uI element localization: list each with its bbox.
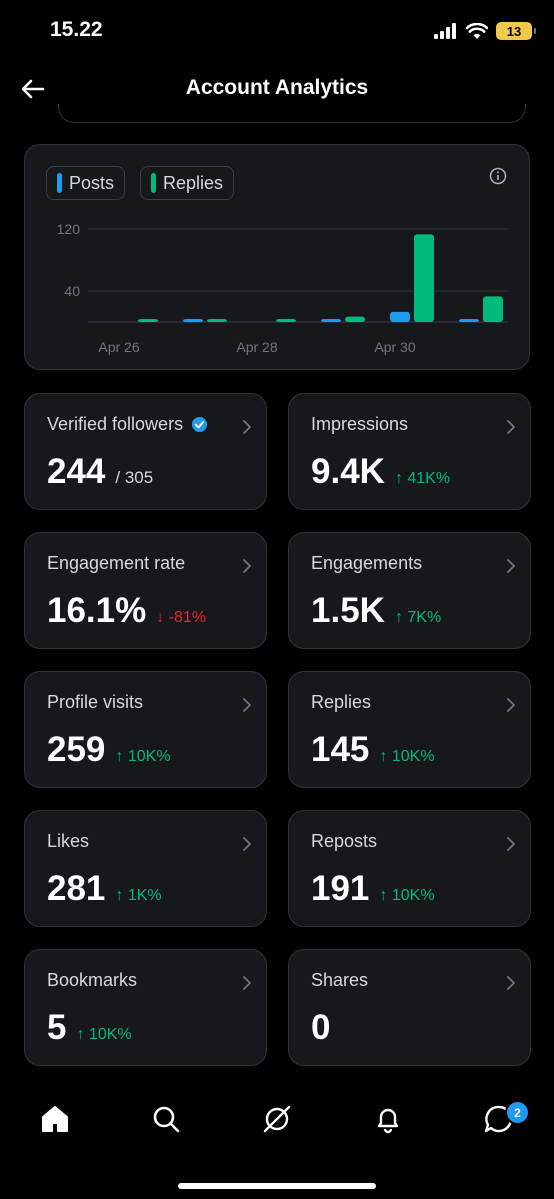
replies-bar[interactable] xyxy=(138,319,158,322)
metric-value: 16.1% xyxy=(47,591,147,630)
metric-value-row: 191 ↑ 10K% xyxy=(311,869,435,909)
metric-label: Shares xyxy=(311,970,368,991)
cellular-signal-icon xyxy=(434,23,456,39)
metric-value: 9.4K xyxy=(311,452,385,491)
collapsed-card-edge xyxy=(58,104,526,123)
grok-icon[interactable] xyxy=(261,1103,293,1135)
posts-bar[interactable] xyxy=(321,319,341,322)
chevron-right-icon xyxy=(507,559,515,573)
bar-chart: 40 120 Apr 26 Apr 28 Apr 30 xyxy=(57,221,508,355)
metric-value-row: 259 ↑ 10K% xyxy=(47,730,171,770)
metric-label-text: Impressions xyxy=(311,414,409,434)
replies-bar[interactable] xyxy=(345,316,365,322)
metric-label-text: Likes xyxy=(47,831,90,851)
metric-value-row: 145 ↑ 10K% xyxy=(311,730,435,770)
metric-change: ↑ 7K% xyxy=(394,609,442,626)
home-indicator xyxy=(178,1183,376,1189)
metric-change: ↓ -81% xyxy=(156,609,207,626)
bell-icon[interactable] xyxy=(372,1103,404,1135)
metric-value: 0 xyxy=(311,1008,331,1047)
status-time: 15.22 xyxy=(50,18,103,41)
metric-total: / 305 xyxy=(115,468,154,487)
metric-label: Profile visits xyxy=(47,692,143,713)
status-icons: 13 xyxy=(434,20,536,42)
metric-value: 281 xyxy=(47,869,106,908)
posts-bar[interactable] xyxy=(390,311,410,322)
posts-bar[interactable] xyxy=(459,319,479,322)
metric-value: 145 xyxy=(311,730,370,769)
metric-card[interactable]: Likes 281 ↑ 1K% xyxy=(24,810,267,927)
metric-value: 5 xyxy=(47,1008,67,1047)
wifi-icon xyxy=(466,22,488,39)
metric-card[interactable]: Replies 145 ↑ 10K% xyxy=(288,671,531,788)
chevron-right-icon xyxy=(507,837,515,851)
metric-label: Replies xyxy=(311,692,371,713)
metric-value-row: 16.1% ↓ -81% xyxy=(47,591,206,631)
chevron-right-icon xyxy=(243,420,251,434)
chevron-right-icon xyxy=(243,559,251,573)
chevron-right-icon xyxy=(507,698,515,712)
metric-label-text: Bookmarks xyxy=(47,970,138,990)
metric-change: ↑ 10K% xyxy=(379,748,435,765)
metric-value-row: 9.4K ↑ 41K% xyxy=(311,452,450,492)
metric-change: ↑ 10K% xyxy=(76,1026,132,1043)
verified-badge-icon xyxy=(192,416,208,433)
chevron-right-icon xyxy=(243,698,251,712)
metric-value-row: 1.5K ↑ 7K% xyxy=(311,591,441,631)
metric-change: ↑ 1K% xyxy=(115,887,162,904)
metric-label: Bookmarks xyxy=(47,970,137,991)
replies-bar[interactable] xyxy=(207,319,227,322)
metric-card[interactable]: Engagements 1.5K ↑ 7K% xyxy=(288,532,531,649)
messages-badge: 2 xyxy=(505,1100,530,1125)
metric-value: 191 xyxy=(311,869,370,908)
metric-label: Reposts xyxy=(311,831,377,852)
metric-label: Engagement rate xyxy=(47,553,185,574)
metric-value: 259 xyxy=(47,730,106,769)
metric-value-row: 244 / 305 xyxy=(47,452,153,492)
metric-card[interactable]: Reposts 191 ↑ 10K% xyxy=(288,810,531,927)
y-tick-label: 120 xyxy=(57,221,81,237)
metric-label-text: Reposts xyxy=(311,831,378,851)
metric-value: 1.5K xyxy=(311,591,385,630)
metric-change: ↑ 10K% xyxy=(115,748,171,765)
metric-card[interactable]: Verified followers 244 / 305 xyxy=(24,393,267,510)
metric-label-text: Engagement rate xyxy=(47,553,186,573)
metric-card[interactable]: Shares 0 xyxy=(288,949,531,1066)
x-tick-label: Apr 26 xyxy=(98,339,139,355)
metric-card[interactable]: Bookmarks 5 ↑ 10K% xyxy=(24,949,267,1066)
metric-label: Verified followers xyxy=(47,414,208,435)
metric-value-row: 281 ↑ 1K% xyxy=(47,869,162,909)
search-icon[interactable] xyxy=(150,1103,182,1135)
x-tick-label: Apr 30 xyxy=(374,339,415,355)
chevron-right-icon xyxy=(243,837,251,851)
metric-label: Impressions xyxy=(311,414,408,435)
metric-label: Engagements xyxy=(311,553,422,574)
page-title: Account Analytics xyxy=(185,76,369,99)
chevron-right-icon xyxy=(507,976,515,990)
metric-card[interactable]: Engagement rate 16.1% ↓ -81% xyxy=(24,532,267,649)
x-tick-label: Apr 28 xyxy=(236,339,277,355)
posts-bar[interactable] xyxy=(183,319,203,322)
metric-label: Likes xyxy=(47,831,89,852)
metric-label-text: Engagements xyxy=(311,553,423,573)
y-tick-label: 40 xyxy=(64,283,80,299)
metric-value-row: 5 ↑ 10K% xyxy=(47,1008,132,1048)
metric-change: ↑ 10K% xyxy=(379,887,435,904)
metric-change: ↑ 41K% xyxy=(394,470,451,487)
metric-label-text: Replies xyxy=(311,692,372,712)
metric-label-text: Shares xyxy=(311,970,369,990)
replies-bar[interactable] xyxy=(414,234,434,322)
battery-indicator: 13 xyxy=(496,22,536,40)
metric-card[interactable]: Profile visits 259 ↑ 10K% xyxy=(24,671,267,788)
replies-bar[interactable] xyxy=(483,296,503,322)
metric-label-text: Verified followers xyxy=(47,414,184,434)
metric-label-text: Profile visits xyxy=(47,692,144,712)
home-icon[interactable] xyxy=(39,1103,71,1135)
metric-card[interactable]: Impressions 9.4K ↑ 41K% xyxy=(288,393,531,510)
replies-bar[interactable] xyxy=(276,319,296,322)
chevron-right-icon xyxy=(243,976,251,990)
metric-value: 244 xyxy=(47,452,106,491)
metric-value-row: 0 xyxy=(311,1008,330,1048)
chevron-right-icon xyxy=(507,420,515,434)
